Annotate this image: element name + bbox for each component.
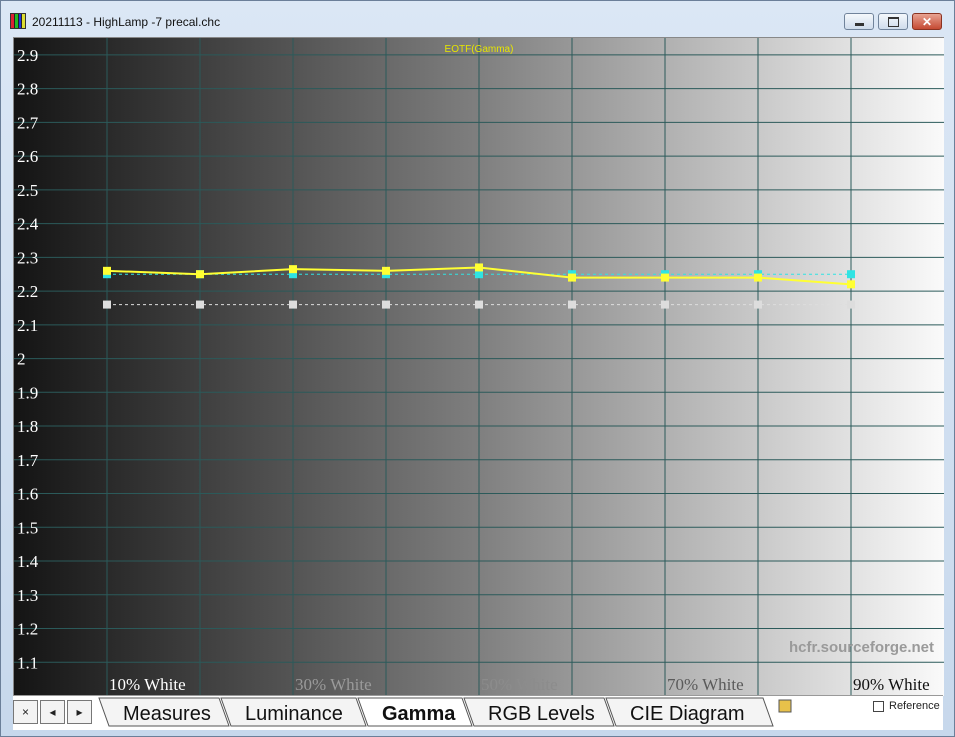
data-point bbox=[475, 263, 483, 272]
tab-label: RGB Levels bbox=[488, 703, 595, 725]
tab-rgb-levels[interactable]: RGB Levels bbox=[463, 697, 615, 727]
scroll-right-button[interactable]: ▸ bbox=[67, 700, 92, 724]
maximize-icon bbox=[887, 16, 899, 27]
gamma-chart-svg: 1.1 1.2 1.3 1.4 1.5 1.6 1.7 1.8 1.9 2 2.1 2.2 2.3 2.4… bbox=[14, 38, 944, 696]
data-point bbox=[289, 300, 297, 309]
app-icon bbox=[10, 13, 26, 29]
tab-cie-diagram[interactable]: CIE Diagram bbox=[605, 697, 774, 727]
maximize-button[interactable] bbox=[878, 13, 908, 30]
data-point bbox=[754, 300, 762, 309]
data-point bbox=[847, 270, 855, 279]
y-tick-label: 2.2 bbox=[17, 282, 38, 301]
data-point bbox=[289, 265, 297, 274]
y-tick-label: 1.6 bbox=[17, 485, 38, 504]
tab-luminance[interactable]: Luminance bbox=[220, 697, 367, 727]
arrow-left-icon: ◂ bbox=[49, 705, 56, 719]
chart-title: EOTF(Gamma) bbox=[445, 44, 514, 55]
data-point bbox=[568, 300, 576, 309]
y-tick-label: 1.2 bbox=[17, 620, 38, 639]
tab-icon[interactable] bbox=[778, 699, 792, 713]
tab-gamma[interactable]: Gamma bbox=[357, 697, 473, 727]
x-tick-label: 30% White bbox=[295, 675, 372, 694]
minimize-icon bbox=[854, 22, 864, 26]
watermark: hcfr.sourceforge.net bbox=[789, 639, 934, 656]
tab-label: Luminance bbox=[245, 703, 343, 725]
y-tick-label: 1.3 bbox=[17, 586, 38, 605]
data-point bbox=[661, 300, 669, 309]
reference-label: Reference bbox=[889, 700, 940, 712]
y-tick-label: 2.6 bbox=[17, 147, 38, 166]
close-tab-button[interactable]: × bbox=[13, 700, 38, 724]
y-tick-label: 2.8 bbox=[17, 80, 38, 99]
y-tick-label: 2.5 bbox=[17, 181, 38, 200]
data-point bbox=[754, 273, 762, 282]
y-tick-label: 1.4 bbox=[17, 552, 39, 571]
close-icon: × bbox=[21, 705, 29, 719]
data-point bbox=[847, 280, 855, 289]
tabs-strip: Measures Luminance Gamma RGB Levels CIE Diag… bbox=[98, 697, 792, 727]
y-tick-label: 1.1 bbox=[17, 653, 38, 672]
app-window: 20211113 - HighLamp -7 precal.chc ✕ 1.1 1… bbox=[0, 0, 955, 737]
tab-measures[interactable]: Measures bbox=[98, 697, 230, 727]
y-tick-label: 1.8 bbox=[17, 417, 38, 436]
minimize-button[interactable] bbox=[844, 13, 874, 30]
data-point bbox=[103, 300, 111, 309]
arrow-right-icon: ▸ bbox=[76, 705, 83, 719]
data-point bbox=[382, 266, 390, 275]
data-point bbox=[382, 300, 390, 309]
y-tick-label: 1.5 bbox=[17, 518, 38, 537]
data-point bbox=[475, 300, 483, 309]
tab-label: Measures bbox=[123, 703, 211, 725]
data-point bbox=[196, 300, 204, 309]
reference-toggle[interactable]: Reference bbox=[873, 700, 940, 712]
x-tick-label: 70% White bbox=[667, 675, 744, 694]
data-point bbox=[568, 273, 576, 282]
data-point bbox=[661, 273, 669, 282]
x-tick-label: 90% White bbox=[853, 675, 930, 694]
window-title: 20211113 - HighLamp -7 precal.chc bbox=[32, 15, 221, 29]
x-tick-label: 50% White bbox=[481, 675, 558, 694]
y-tick-label: 1.7 bbox=[17, 451, 39, 470]
tab-label: Gamma bbox=[382, 703, 456, 725]
tab-label: CIE Diagram bbox=[630, 703, 744, 725]
data-point bbox=[103, 266, 111, 275]
y-tick-label: 2.3 bbox=[17, 248, 38, 267]
tab-bar: × ◂ ▸ Measures Luminance Gamma RGB Levels CI… bbox=[13, 695, 943, 730]
close-button[interactable]: ✕ bbox=[912, 13, 942, 30]
y-tick-label: 2.9 bbox=[17, 46, 38, 65]
data-point bbox=[847, 300, 855, 309]
data-point bbox=[196, 270, 204, 279]
reference-checkbox[interactable] bbox=[873, 700, 884, 712]
y-tick-label: 2.4 bbox=[17, 215, 39, 234]
gamma-chart: 1.1 1.2 1.3 1.4 1.5 1.6 1.7 1.8 1.9 2 2.1 2.2 2.3 2.4… bbox=[13, 37, 944, 696]
tab-icon-shape bbox=[778, 699, 792, 713]
y-tick-label: 1.9 bbox=[17, 383, 38, 402]
scroll-left-button[interactable]: ◂ bbox=[40, 700, 65, 724]
y-tick-label: 2.1 bbox=[17, 316, 38, 335]
title-bar[interactable]: 20211113 - HighLamp -7 precal.chc ✕ bbox=[1, 1, 954, 37]
close-icon: ✕ bbox=[921, 14, 933, 29]
x-tick-label: 10% White bbox=[109, 675, 186, 694]
y-tick-label: 2.7 bbox=[17, 113, 39, 132]
y-tick-label: 2 bbox=[17, 350, 26, 369]
